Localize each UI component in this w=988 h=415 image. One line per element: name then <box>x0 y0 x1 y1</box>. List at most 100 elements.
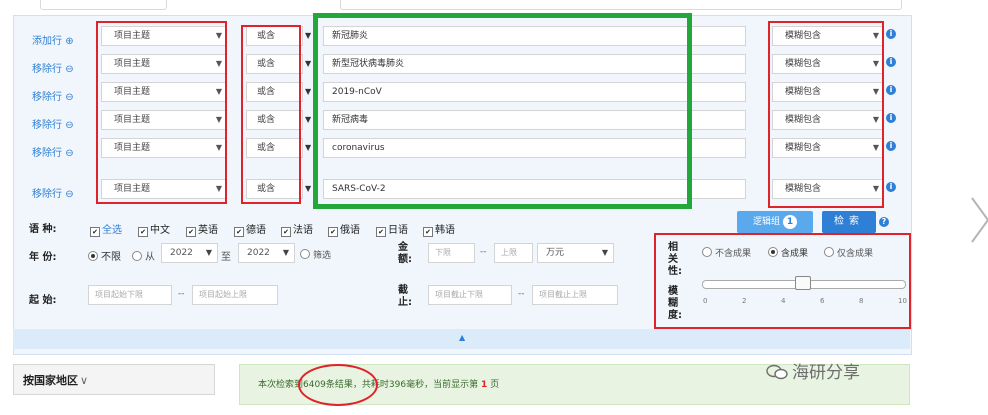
row-action-label: 添加行 <box>32 36 62 47</box>
year-filter-radio[interactable]: 筛选 <box>300 248 331 261</box>
minus-circle-icon: ⊖ <box>65 92 74 103</box>
search-button[interactable]: 检索 <box>822 211 876 233</box>
lang-option-french[interactable]: ✔ 法语 <box>281 221 313 237</box>
highlight-keyword-column <box>313 13 692 209</box>
range-dash: -- <box>480 247 487 257</box>
minus-circle-icon: ⊖ <box>65 120 74 131</box>
lang-option-korean[interactable]: ✔ 韩语 <box>423 221 455 237</box>
lang-option-label: 中文 <box>150 225 170 236</box>
result-text-suffix: 页 <box>490 380 500 390</box>
remove-row-link[interactable]: 移除行 ⊖ <box>32 60 74 75</box>
remove-row-link[interactable]: 移除行 ⊖ <box>32 144 74 159</box>
checkbox-checked-icon: ✔ <box>423 227 433 237</box>
lang-option-all[interactable]: ✔ 全选 <box>90 221 122 237</box>
info-icon[interactable]: i <box>886 141 896 151</box>
top-input-left[interactable] <box>40 0 167 10</box>
highlight-field-column <box>96 21 227 204</box>
collapse-bar[interactable]: ▲ <box>13 329 910 349</box>
caret-down-icon: ▼ <box>205 248 212 257</box>
caret-down-icon: ▼ <box>601 248 608 257</box>
year-from-radio[interactable]: 从 <box>132 248 155 263</box>
caret-down-icon: ▼ <box>282 248 289 257</box>
row-action-label: 移除行 <box>32 189 62 200</box>
checkbox-checked-icon: ✔ <box>281 227 291 237</box>
top-input-right[interactable] <box>340 0 902 10</box>
caret-down-icon[interactable]: ▼ <box>305 110 313 130</box>
lang-option-label: 德语 <box>246 225 266 236</box>
add-row-link[interactable]: 添加行 ⊕ <box>32 32 74 47</box>
remove-row-link[interactable]: 移除行 ⊖ <box>32 185 74 200</box>
highlight-fuzzy-column <box>768 21 884 208</box>
info-icon[interactable]: i <box>886 85 896 95</box>
amount-unit-select[interactable]: 万元 ▼ <box>537 243 614 263</box>
year-to-value: 2022 <box>247 248 270 258</box>
lang-option-chinese[interactable]: ✔ 中文 <box>138 221 170 237</box>
radio-selected-icon <box>88 251 98 261</box>
checkbox-checked-icon: ✔ <box>328 227 338 237</box>
year-from-label: 从 <box>145 252 155 263</box>
language-label: 语 种: <box>29 224 57 235</box>
start-max-input[interactable]: 项目起始上限 <box>192 285 278 305</box>
remove-row-link[interactable]: 移除行 ⊖ <box>32 88 74 103</box>
lang-option-label: 英语 <box>198 225 218 236</box>
watermark-text: 海研分享 <box>792 363 860 383</box>
info-icon[interactable]: i <box>886 57 896 67</box>
caret-down-icon[interactable]: ▼ <box>305 179 313 199</box>
logic-group-button[interactable]: 逻辑组 1 <box>737 211 813 233</box>
year-unlimited-label: 不限 <box>101 252 121 263</box>
highlight-result-count <box>298 364 378 406</box>
info-icon[interactable]: i <box>886 182 896 192</box>
info-icon[interactable]: i <box>886 29 896 39</box>
row-action-label: 移除行 <box>32 148 62 159</box>
row-action-label: 移除行 <box>32 92 62 103</box>
lang-option-russian[interactable]: ✔ 俄语 <box>328 221 360 237</box>
caret-down-icon[interactable]: ▼ <box>305 82 313 102</box>
info-icon[interactable]: i <box>886 113 896 123</box>
lang-option-german[interactable]: ✔ 德语 <box>234 221 266 237</box>
highlight-match-column <box>241 25 301 204</box>
wechat-logo-icon <box>766 364 788 380</box>
row-action-label: 移除行 <box>32 120 62 131</box>
end-max-input[interactable]: 项目截止上限 <box>532 285 618 305</box>
minus-circle-icon: ⊖ <box>65 64 74 75</box>
year-unlimited-radio[interactable]: 不限 <box>88 248 121 263</box>
checkbox-checked-icon: ✔ <box>186 227 196 237</box>
remove-row-link[interactable]: 移除行 ⊖ <box>32 116 74 131</box>
range-dash: -- <box>178 289 185 299</box>
year-to-label: 至 <box>221 252 231 263</box>
lang-option-label: 全选 <box>102 225 122 236</box>
lang-option-japanese[interactable]: ✔ 日语 <box>376 221 408 237</box>
chevron-right-icon[interactable] <box>966 190 988 250</box>
start-label: 起 始: <box>29 295 57 306</box>
end-label: 截止: <box>398 285 412 308</box>
radio-empty-icon <box>132 251 142 261</box>
year-from-value: 2022 <box>170 248 193 258</box>
caret-down-icon[interactable]: ▼ <box>305 54 313 74</box>
amount-max-input[interactable]: 上限 <box>494 243 533 263</box>
plus-circle-icon: ⊕ <box>65 36 74 47</box>
minus-circle-icon: ⊖ <box>65 148 74 159</box>
amount-label: 金额: <box>398 242 412 265</box>
end-min-input[interactable]: 项目截止下限 <box>428 285 512 305</box>
watermark: 海研分享 <box>766 358 860 383</box>
caret-down-icon[interactable]: ▼ <box>305 138 313 158</box>
minus-circle-icon: ⊖ <box>65 189 74 200</box>
help-icon[interactable]: ? <box>879 217 889 227</box>
year-to-select[interactable]: 2022 ▼ <box>238 243 295 263</box>
country-region-button[interactable]: 按国家地区 ∨ <box>13 364 215 395</box>
amount-min-input[interactable]: 下限 <box>428 243 475 263</box>
start-min-input[interactable]: 项目起始下限 <box>88 285 172 305</box>
top-strip <box>0 0 930 12</box>
highlight-relevance-fuzziness <box>654 233 911 329</box>
row-action-label: 移除行 <box>32 64 62 75</box>
caret-up-icon: ▲ <box>459 333 466 342</box>
checkbox-checked-icon: ✔ <box>138 227 148 237</box>
checkbox-checked-icon: ✔ <box>234 227 244 237</box>
lang-option-label: 日语 <box>388 225 408 236</box>
lang-option-english[interactable]: ✔ 英语 <box>186 221 218 237</box>
logic-group-count: 1 <box>783 215 797 229</box>
checkbox-checked-icon: ✔ <box>90 227 100 237</box>
lang-option-label: 韩语 <box>435 225 455 236</box>
caret-down-icon[interactable]: ▼ <box>305 26 313 46</box>
year-from-select[interactable]: 2022 ▼ <box>161 243 218 263</box>
